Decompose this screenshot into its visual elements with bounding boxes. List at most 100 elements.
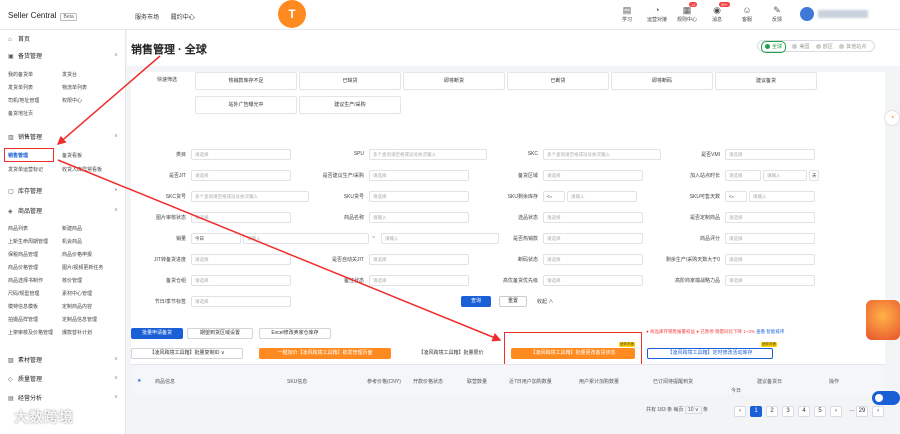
messages-button[interactable]: ◉ 99+ 消息 bbox=[702, 2, 732, 23]
sidebar-item-my-orders[interactable]: 我的备货单 bbox=[8, 71, 33, 78]
stock-region-select[interactable]: 请选择 bbox=[543, 170, 643, 181]
query-button[interactable]: 查询 bbox=[461, 296, 491, 307]
chevron-down-icon[interactable]: ∨ bbox=[114, 375, 118, 381]
skc-input[interactable]: 多个查询请空格或逗号依次输入 bbox=[543, 149, 661, 160]
sku-code-select[interactable]: 请选择 bbox=[369, 191, 469, 202]
image-review-select[interactable]: 请选择 bbox=[191, 212, 291, 223]
sidebar-item-lifecycle[interactable]: 上新生命周期管理 bbox=[8, 238, 48, 245]
sidebar-item-size-manage[interactable]: 尺码/规型管理 bbox=[8, 290, 39, 297]
arrival-region-button[interactable]: 期望到货区域设置 bbox=[187, 328, 253, 339]
sales-max-input[interactable]: 请输入 bbox=[381, 233, 499, 244]
quick-filter-offsite-ads[interactable]: 站外广告曝光中 bbox=[195, 96, 297, 114]
excel-edit-stock-button[interactable]: Excel修改卖家仓库存 bbox=[259, 328, 331, 339]
site-option-global[interactable]: 全球 bbox=[761, 41, 787, 53]
hot-item-select[interactable]: 请选择 bbox=[543, 233, 643, 244]
sidebar-item-product-list[interactable]: 商品列表 bbox=[8, 225, 28, 232]
sidebar-item-custom-content[interactable]: 定制商品内容 bbox=[62, 303, 92, 310]
page-29[interactable]: 29 bbox=[856, 406, 868, 417]
sidebar-item-custom-info[interactable]: 定制品信息管理 bbox=[62, 316, 97, 323]
sidebar-group-materials[interactable]: ▨ 素材管理 bbox=[8, 355, 42, 364]
legend-view-link[interactable]: 查看 bbox=[756, 329, 765, 334]
sidebar-item-opportunity[interactable]: 机会商品 bbox=[62, 238, 82, 245]
auto-jit-select[interactable]: 请选择 bbox=[369, 254, 469, 265]
plugin-logo-icon[interactable]: T bbox=[278, 0, 306, 28]
sidebar-item-selection-book[interactable]: 商品选择书制作 bbox=[8, 277, 43, 284]
batch-apply-stock-button[interactable]: 批量申请备货 bbox=[131, 328, 183, 339]
quick-filter-soon-out[interactable]: 即将断货 bbox=[403, 72, 505, 90]
chevron-down-icon[interactable]: ∨ bbox=[114, 394, 118, 400]
site-toggle[interactable]: 全球 美国 欧区 其他站点 bbox=[757, 40, 876, 53]
promo-gift-image[interactable] bbox=[866, 300, 900, 340]
sidebar-item-stock-board[interactable]: 备货看板 bbox=[62, 152, 82, 159]
ops-contact-button[interactable]: ◔ 运营对接 bbox=[642, 4, 672, 23]
suggest-purchase-select[interactable]: 请选择 bbox=[369, 170, 469, 181]
site-option-eu[interactable]: 欧区 bbox=[815, 42, 833, 52]
next-page-button[interactable]: › bbox=[830, 406, 842, 417]
quick-filter-suggest-purchase[interactable]: 建议生产/采购 bbox=[299, 96, 401, 114]
sidebar-item-sample-shoot[interactable]: 拍摄品样管理 bbox=[8, 316, 38, 323]
spu-input[interactable]: 多个查询请空格或逗号依次输入 bbox=[369, 149, 487, 160]
selection-status-select[interactable]: 请选择 bbox=[543, 212, 643, 223]
feedback-button[interactable]: ✎ 反馈 bbox=[762, 4, 792, 23]
sidebar-item-receiving-anomaly[interactable]: 收货入库异常看板 bbox=[62, 166, 102, 173]
custom-product-select[interactable]: 请选择 bbox=[725, 212, 815, 223]
note-status-select[interactable]: 请选择 bbox=[369, 275, 469, 286]
remaining-days-select[interactable]: 请选择 bbox=[725, 254, 815, 265]
skc-code-input[interactable]: 多个查询请空格或逗号依次输入 bbox=[191, 191, 309, 202]
warehouse-group-select[interactable]: 请选择 bbox=[191, 275, 291, 286]
sku-days-operator[interactable]: <= bbox=[725, 191, 747, 202]
collapse-toggle[interactable]: 收起 ∧ bbox=[537, 298, 553, 305]
nav-fulfillment-center[interactable]: 履约中心 bbox=[171, 15, 195, 21]
star-icon[interactable]: ★ bbox=[137, 378, 141, 384]
sidebar-item-driver-address[interactable]: 司机/地址管理 bbox=[8, 97, 39, 104]
per-page-select[interactable]: 10 ∨ bbox=[684, 406, 702, 414]
nav-service-market[interactable]: 服务市场 bbox=[135, 15, 159, 21]
sidebar-item-price-check[interactable]: 核价管理 bbox=[62, 277, 82, 284]
one-click-markup-button[interactable]: 一键加价【凌风跨境工具箱】航发管理页面 bbox=[259, 348, 391, 359]
copy-id-dropdown[interactable]: 【凌风跨境工具箱】批量复制ID ∨ bbox=[131, 348, 243, 359]
chevron-down-icon[interactable]: ∨ bbox=[114, 356, 118, 362]
sidebar-item-listing-review[interactable]: 上架审核及价格管理 bbox=[8, 329, 53, 336]
sku-remaining-operator[interactable]: <= bbox=[543, 191, 565, 202]
sidebar-item-shipping-desk[interactable]: 发货台 bbox=[62, 71, 77, 78]
sidebar-item-logistics-list[interactable]: 物流单列表 bbox=[62, 84, 87, 91]
sidebar-item-price-manage[interactable]: 商品价格管理 bbox=[8, 264, 38, 271]
jit-select[interactable]: 请选择 bbox=[191, 170, 291, 181]
rules-center-button[interactable]: ▦ 12 规则中心 bbox=[672, 2, 702, 23]
site-option-other[interactable]: 其他站点 bbox=[839, 42, 866, 52]
sales-min-input[interactable]: 请输入 bbox=[243, 233, 369, 244]
sidebar-group-inventory[interactable]: ▢ 库存管理 bbox=[8, 186, 42, 195]
prev-page-button[interactable]: ‹ bbox=[734, 406, 746, 417]
jit-progress-select[interactable]: 请选择 bbox=[191, 254, 291, 265]
quick-filter-suggest-stock[interactable]: 建议备货 bbox=[715, 72, 817, 90]
help-toggle[interactable] bbox=[872, 391, 900, 405]
strategic-select[interactable]: 请选择 bbox=[725, 275, 815, 286]
sidebar-group-stocking[interactable]: ▣ 备货管理 bbox=[8, 51, 42, 60]
scheduled-stock-edit-button[interactable]: 【凌风跨境工具箱】定时修改活动库存 bbox=[647, 348, 773, 359]
sidebar-item-stock-address[interactable]: 备货地址页 bbox=[8, 110, 33, 117]
vmi-select[interactable]: 请选择 bbox=[725, 149, 815, 160]
page-5[interactable]: 5 bbox=[814, 406, 826, 417]
page-2[interactable]: 2 bbox=[766, 406, 778, 417]
sidebar-item-shipment-marks[interactable]: 发货单运营标记 bbox=[8, 166, 43, 173]
sidebar-group-analytics[interactable]: ▤ 经营分析 bbox=[8, 393, 42, 402]
sidebar-item-permission-center[interactable]: 权限中心 bbox=[62, 97, 82, 104]
user-menu[interactable] bbox=[800, 7, 895, 23]
season-tag-select[interactable]: 请选择 bbox=[191, 296, 291, 307]
chevron-down-icon[interactable]: ∨ bbox=[114, 187, 118, 193]
sidebar-group-sales[interactable]: ▥ 销售管理 bbox=[8, 132, 42, 141]
site-duration-select[interactable]: 请选择 bbox=[725, 170, 761, 181]
rating-select[interactable]: 请选择 bbox=[725, 233, 815, 244]
quick-filter-stocked-out[interactable]: 已断货 bbox=[507, 72, 609, 90]
page-3[interactable]: 3 bbox=[782, 406, 794, 417]
sales-period-select[interactable]: 今日 bbox=[191, 233, 241, 244]
quick-filter-out-of-stock[interactable]: 已缺货 bbox=[299, 72, 401, 90]
size-break-select[interactable]: 请选择 bbox=[543, 254, 643, 265]
sidebar-item-hot-backup[interactable]: 爆款替补计划 bbox=[62, 329, 92, 336]
product-name-input[interactable]: 请输入 bbox=[369, 212, 469, 223]
site-duration-input[interactable]: 请输入 bbox=[763, 170, 807, 181]
brand-logo[interactable]: Seller Central Beta bbox=[8, 11, 77, 21]
chevron-up-icon[interactable]: ∧ bbox=[114, 52, 118, 58]
quick-filter-hot-low-stock[interactable]: 热销款库存不足 bbox=[195, 72, 297, 90]
smart-sort-link[interactable]: 智能排序 bbox=[766, 329, 784, 334]
